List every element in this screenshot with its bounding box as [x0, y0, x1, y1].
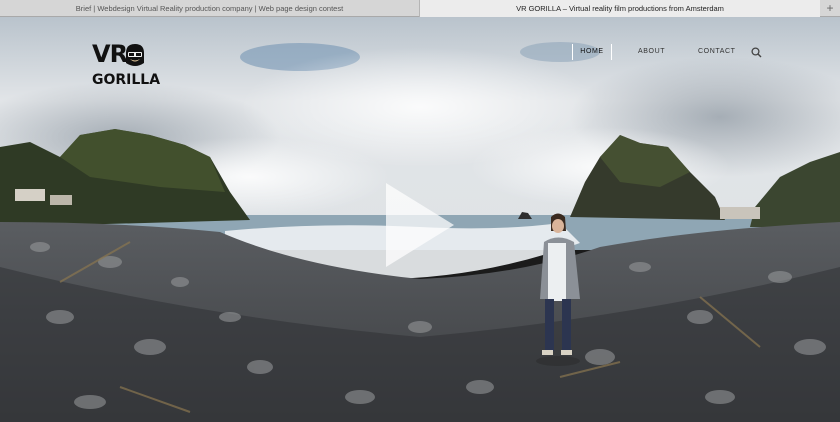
logo-text-vr: VR: [92, 40, 128, 68]
magnifier-icon[interactable]: [751, 47, 762, 58]
nav-item-contact[interactable]: CONTACT: [698, 44, 736, 60]
nav-item-about[interactable]: ABOUT: [638, 44, 665, 60]
nav-item-home[interactable]: HOME: [572, 44, 612, 60]
play-triangle-icon[interactable]: [384, 183, 456, 267]
browser-tab-inactive[interactable]: Brief | Webdesign Virtual Reality produc…: [0, 0, 420, 17]
browser-tab-active[interactable]: VR GORILLA – Virtual reality film produc…: [420, 0, 820, 17]
logo-text-gorilla: GORILLA: [92, 72, 161, 88]
hero-video[interactable]: VR GORILLA HOME ABOUT CONTACT: [0, 17, 840, 422]
gorilla-head-icon: [126, 44, 144, 66]
browser-tab-strip: Brief | Webdesign Virtual Reality produc…: [0, 0, 840, 17]
vr-gorilla-logo[interactable]: VR GORILLA: [90, 40, 160, 95]
plus-icon[interactable]: +: [820, 0, 840, 17]
